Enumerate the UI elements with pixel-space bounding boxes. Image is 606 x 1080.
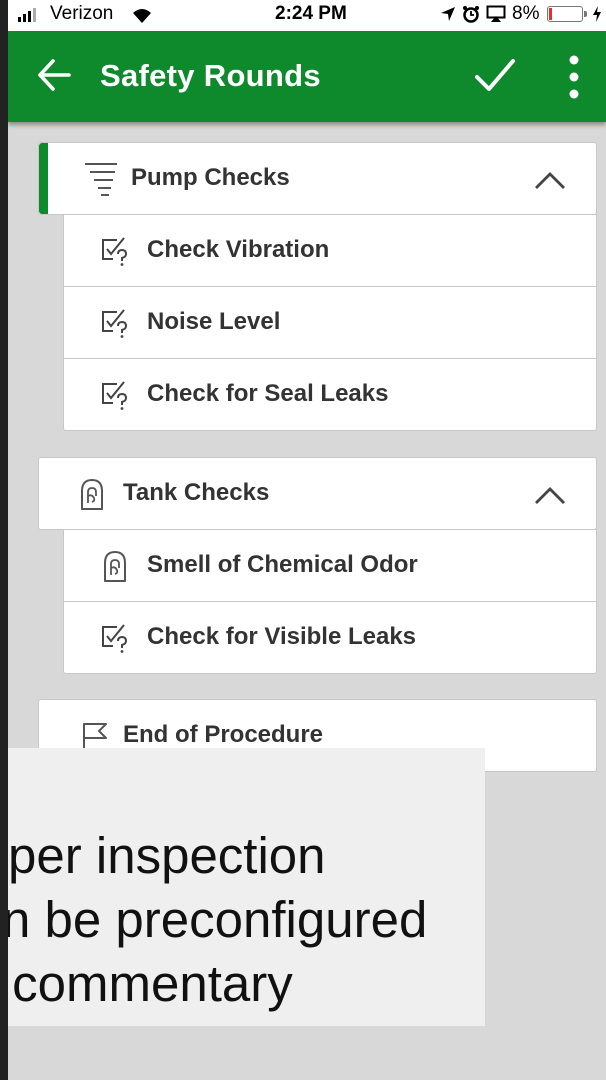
end-label: End of Procedure [123, 721, 324, 748]
carrier-name: Verizon [50, 3, 114, 24]
arrow-left-icon[interactable] [36, 57, 72, 93]
item-label: Check Vibration [147, 236, 330, 263]
selected-accent [39, 143, 48, 214]
list-item[interactable]: Check for Visible Leaks [63, 601, 597, 674]
item-label: Noise Level [147, 308, 281, 335]
item-label: Check for Visible Leaks [147, 623, 417, 650]
clock: 2:24 PM [275, 3, 347, 24]
page-title: Safety Rounds [100, 58, 321, 93]
list-item[interactable]: Noise Level [63, 286, 597, 359]
caption-line-1: per inspection [8, 827, 326, 884]
list-item[interactable]: Smell of Chemical Odor [63, 529, 597, 602]
airplay-icon [486, 5, 506, 22]
checkbox-question-icon [102, 381, 128, 410]
location-icon [441, 7, 455, 21]
list-item[interactable]: Check for Seal Leaks [63, 358, 597, 431]
list-item[interactable]: Check Vibration [63, 214, 597, 287]
group-label: Tank Checks [123, 479, 270, 506]
status-bar: Verizon 2:24 PM 8% [8, 0, 606, 31]
battery-percent: 8% [512, 3, 540, 24]
list-filter-icon [85, 163, 117, 196]
chevron-up-icon[interactable] [533, 169, 567, 191]
group-label: Pump Checks [131, 164, 290, 191]
status-right: 8% [440, 3, 602, 25]
item-label: Smell of Chemical Odor [147, 551, 418, 578]
alarm-icon [463, 6, 479, 23]
more-vertical-icon[interactable] [568, 55, 580, 99]
charging-icon [593, 6, 602, 22]
caption-line-2: n be preconfigured [8, 891, 428, 948]
hand-icon [81, 479, 103, 510]
signal-icon [18, 7, 36, 22]
group-header-pump-checks[interactable]: Pump Checks [38, 142, 597, 215]
group-header-tank-checks[interactable]: Tank Checks [38, 457, 597, 530]
battery-icon [547, 6, 588, 22]
hand-icon [104, 551, 126, 582]
bottom-area [8, 1026, 606, 1080]
checkbox-question-icon [102, 624, 128, 653]
app-bar: Safety Rounds [8, 31, 606, 122]
wifi-icon [133, 9, 151, 23]
app-screen: Verizon 2:24 PM 8% Safety Rounds Pump Ch… [8, 0, 606, 1080]
checkbox-question-icon [102, 237, 128, 266]
item-label: Check for Seal Leaks [147, 380, 389, 407]
checkmark-icon[interactable] [474, 56, 516, 96]
caption-line-3: commentary [8, 955, 293, 1012]
chevron-up-icon[interactable] [533, 484, 567, 506]
checkbox-question-icon [102, 309, 128, 338]
caption-overlay: per inspection n be preconfigured commen… [8, 748, 485, 1026]
